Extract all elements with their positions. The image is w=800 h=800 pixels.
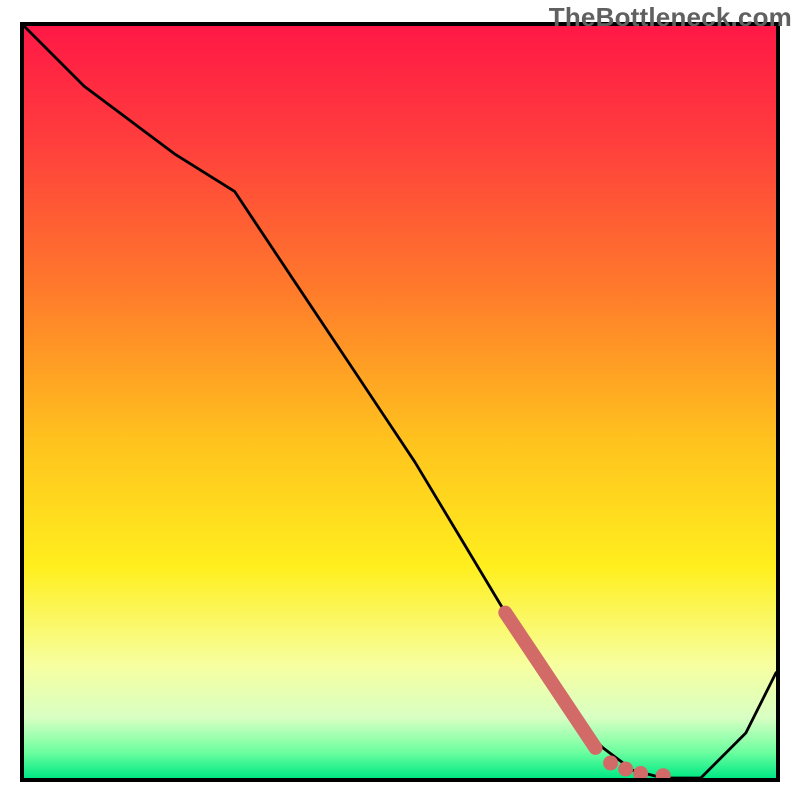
chart-container: TheBottleneck.com [0, 0, 800, 800]
curve-layer [24, 26, 776, 778]
bottleneck-curve [24, 26, 776, 778]
highlight-dot [656, 768, 671, 778]
highlight-dot [603, 756, 618, 771]
highlight-segment [505, 613, 595, 748]
highlight-dot [633, 766, 648, 778]
watermark-text: TheBottleneck.com [549, 2, 792, 33]
highlight-dots [603, 756, 671, 779]
plot-area [20, 22, 780, 782]
highlight-dot [618, 762, 633, 777]
